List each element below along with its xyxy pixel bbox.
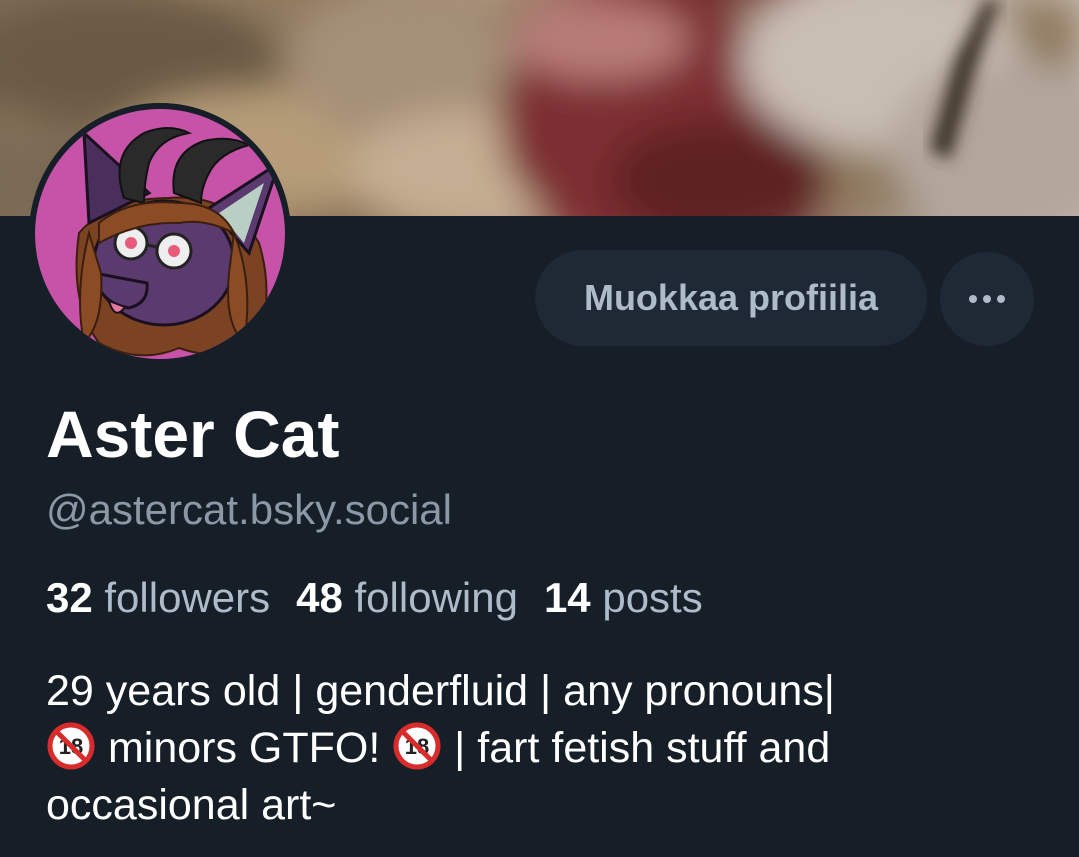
followers-stat[interactable]: 32 followers bbox=[46, 572, 270, 624]
no-under-18-icon: 18 bbox=[393, 722, 441, 770]
bio-line-3: occasional art~ bbox=[46, 781, 337, 829]
more-options-button[interactable] bbox=[940, 252, 1034, 346]
more-horizontal-icon bbox=[969, 295, 1005, 303]
edit-profile-label: Muokkaa profiilia bbox=[583, 277, 879, 318]
followers-label: followers bbox=[104, 574, 271, 621]
profile-avatar[interactable] bbox=[29, 103, 291, 365]
bio-line-2-text-b: | fart fetish stuff and bbox=[442, 724, 831, 772]
edit-profile-button[interactable]: Muokkaa profiilia bbox=[535, 250, 927, 346]
profile-stats: 32 followers 48 following 14 posts bbox=[46, 572, 703, 624]
profile-page: Muokkaa profiilia Aster Cat @astercat.bs… bbox=[0, 0, 1079, 857]
profile-bio: 29 years old | genderfluid | any pronoun… bbox=[46, 663, 1046, 834]
posts-count: 14 bbox=[543, 574, 591, 621]
bio-line-1: 29 years old | genderfluid | any pronoun… bbox=[46, 667, 835, 715]
posts-label: posts bbox=[602, 574, 703, 621]
bio-line-2: 🔞 18 minors GTFO! 18 | fart fetish stuff… bbox=[46, 720, 1046, 777]
posts-stat: 14 posts bbox=[544, 572, 703, 624]
display-name: Aster Cat bbox=[46, 397, 340, 471]
following-label: following bbox=[354, 574, 518, 621]
following-count: 48 bbox=[296, 574, 343, 621]
following-stat[interactable]: 48 following bbox=[296, 572, 518, 624]
followers-count: 32 bbox=[46, 574, 93, 621]
profile-handle: @astercat.bsky.social bbox=[46, 486, 452, 533]
no-under-18-icon: 🔞 18 bbox=[47, 722, 95, 770]
bio-line-2-text-a: minors GTFO! bbox=[96, 724, 393, 772]
avatar-image bbox=[29, 103, 291, 365]
